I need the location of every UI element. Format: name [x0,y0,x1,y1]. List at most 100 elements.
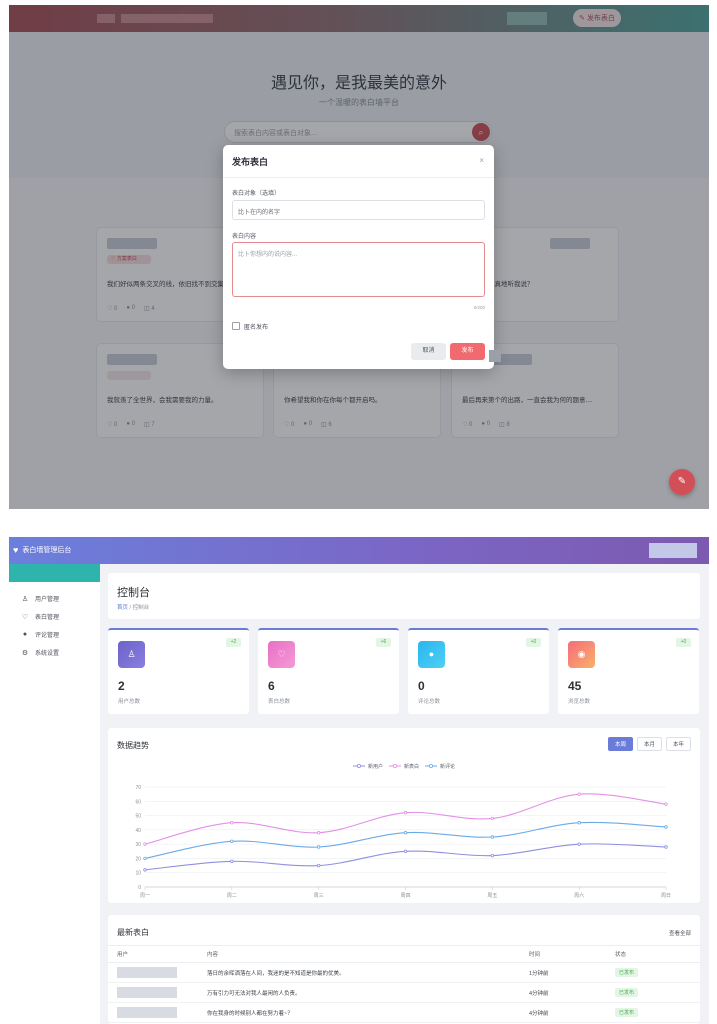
stat-label: 评论总数 [418,699,441,705]
y-tick-label: 70 [135,785,141,791]
floating-publish-button[interactable]: ✎ [669,469,695,495]
data-point [143,856,147,861]
y-tick-label: 20 [135,856,141,862]
table-header-row: 用户 内容 时间 状态 [108,945,700,963]
target-input[interactable]: 比卜在内的名字 [232,200,485,220]
table-row[interactable]: 落日的余晖洒落在人间，我迷的是不知道是你最的优美。 1分钟前 已发布 [108,962,700,983]
data-point [230,859,234,863]
anonymous-checkbox[interactable] [232,322,240,330]
stat-value: 6 [268,679,275,693]
status-badge: 已发布 [615,1008,639,1017]
stat-card-comments: ● +0 0 评论总数 [408,628,549,714]
data-point [143,842,147,846]
y-tick-label: 10 [135,871,141,877]
stat-value: 0 [418,679,425,693]
data-point [664,802,668,806]
stat-badge: +0 [676,638,691,647]
latest-confessions-card: 最新表白 查看全部 用户 内容 时间 状态 落日的余晖洒落在人间，我迷的是不知道… [108,915,700,1024]
series-line-2 [144,821,667,859]
modal-title: 发布表白 [232,157,269,167]
table-row[interactable]: 万有引力可无法对我人最闲的人负责。 4分钟前 已发布 [108,982,700,1003]
publish-button[interactable]: 发布 [450,343,485,360]
user-avatar[interactable] [649,543,697,558]
sidebar-item-settings[interactable]: ⚙ 系统设置 [21,648,59,658]
heart-icon: ♡ [268,641,295,668]
divider [223,177,494,178]
data-point [230,839,234,843]
breadcrumb: 首页 / 控制台 [117,605,150,611]
column-time: 时间 [520,945,606,963]
sidebar-item-confessions[interactable]: ♡ 表白管理 [21,612,59,622]
stat-label: 表白总数 [268,699,291,705]
stat-badge: +6 [376,638,391,647]
sidebar-item-users[interactable]: ♙ 用户管理 [21,594,59,604]
content-textarea[interactable]: 比卜你想内的说内容... [232,242,485,297]
anonymous-label[interactable]: 匿名发布 [244,322,268,331]
status-badge: 已发布 [615,988,639,997]
close-icon[interactable]: × [479,156,484,165]
y-tick-label: 40 [135,828,141,834]
y-tick-label: 0 [138,885,141,891]
user-name-blur [117,967,177,978]
data-point [403,831,408,835]
stat-card-confessions: ♡ +6 6 表白总数 [258,628,399,714]
publish-modal: 发布表白 × 表白对象（选填） 比卜在内的名字 表白内容 比卜你想内的说内容..… [223,145,501,369]
data-point [316,863,321,868]
data-point [316,831,321,835]
trend-chart-card: 数据趋势 本周 本月 本年 0 10 20 30 40 50 60 70 周一 周二 周三 周四 周五周… [108,728,700,903]
data-point [664,825,668,829]
y-tick-label: 60 [135,799,141,805]
x-tick-label: 周五 [487,893,497,899]
data-point [577,792,581,796]
sidebar-active-item[interactable] [9,564,100,582]
char-counter: 0/200 [473,305,485,310]
data-point [490,816,495,821]
sidebar-item-comments[interactable]: ● 评论管理 [21,630,59,639]
row-time: 4分钟前 [520,982,606,1003]
user-icon: ♙ [21,595,29,603]
stat-card-views: ◉ +0 45 浏览总数 [558,628,699,714]
stat-label: 用户总数 [118,699,141,705]
pencil-icon: ✎ [677,476,687,487]
legend-label: 新表白 [404,763,419,770]
page-title: 控制台 [117,587,150,599]
legend-marker [428,764,433,769]
table-row[interactable]: 你在我身的时候别人都在努力着~？ 4分钟前 已发布 [108,1002,700,1023]
legend-marker [356,764,361,769]
row-content: 落日的余晖洒落在人间，我迷的是不知道是你最的优美。 [198,962,520,983]
y-tick-label: 50 [135,814,141,820]
series-line-0 [144,843,667,871]
stat-value: 2 [118,679,125,693]
content-label: 表白内容 [232,234,257,240]
data-point [403,811,408,815]
admin-topbar: ♥ 表白墙管理后台 [9,537,709,564]
stat-label: 浏览总数 [568,699,591,705]
row-time: 1分钟前 [520,962,606,983]
column-status: 状态 [606,945,700,963]
x-tick-label: 周四 [400,893,410,899]
eye-icon: ◉ [568,641,595,668]
stat-badge: +2 [226,638,241,647]
column-content: 内容 [198,945,520,963]
admin-brand[interactable]: ♥ 表白墙管理后台 [13,545,71,555]
user-name-blur [117,987,177,998]
sidebar: ♙ 用户管理 ♡ 表白管理 ● 评论管理 ⚙ 系统设置 [9,564,100,1024]
breadcrumb-current: 控制台 [132,605,150,611]
cancel-button[interactable]: 取消 [411,343,446,360]
status-badge: 已发布 [615,968,639,977]
view-all-link[interactable]: 查看全部 [669,929,691,937]
data-point [577,842,581,846]
page-header: 控制台 首页 / 控制台 [108,573,700,619]
x-tick-label: 周一 [140,893,150,899]
data-point [490,853,495,858]
data-point [664,845,668,849]
admin-dashboard-screen: ♥ 表白墙管理后台 ♙ 用户管理 ♡ 表白管理 ● 评论管理 ⚙ 系统设置 控制台 首页… [9,537,709,1024]
stat-card-users: ♙ +2 2 用户总数 [108,628,249,714]
trend-line-chart: 0 10 20 30 40 50 60 70 周一 周二 周三 周四 周五 周六 周日 新用户 新表白 新评论 [135,763,671,899]
breadcrumb-home[interactable]: 首页 [117,605,128,611]
data-point [490,835,495,839]
row-content: 你在我身的时候别人都在努力着~？ [198,1002,520,1023]
y-tick-label: 30 [135,842,141,848]
heart-icon: ♥ [13,545,19,555]
data-point [577,821,581,825]
